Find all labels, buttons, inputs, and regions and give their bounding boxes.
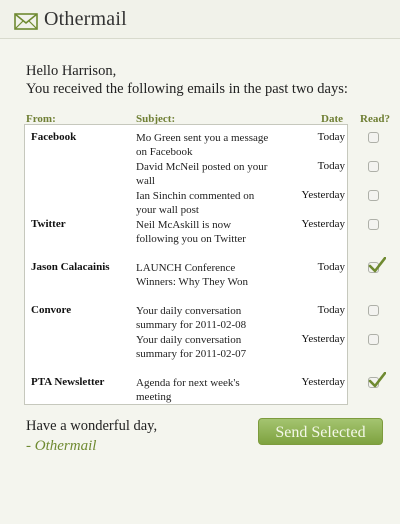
email-subject: Mo Green sent you a message on Facebook: [136, 132, 269, 158]
read-checkbox[interactable]: [368, 219, 379, 230]
read-checkbox[interactable]: [368, 161, 379, 172]
email-subject: Your daily conversation summary for 2011…: [136, 334, 247, 360]
checkmark-icon: [368, 372, 386, 388]
greeting-line-1: Hello Harrison,: [26, 63, 117, 79]
email-date: Today: [317, 304, 345, 316]
email-subject: Agenda for next week's meeting: [136, 377, 240, 403]
email-sender: PTA Newsletter: [31, 376, 105, 388]
read-checkbox[interactable]: [368, 257, 386, 273]
email-date: Yesterday: [301, 189, 346, 201]
send-selected-button[interactable]: Send Selected: [258, 418, 383, 445]
email-sender: Facebook: [31, 131, 77, 143]
email-date: Today: [317, 261, 345, 273]
envelope-icon: [14, 13, 38, 30]
email-subject: Neil McAskill is now following you on Tw…: [136, 219, 246, 245]
signoff-text: Have a wonderful day,: [26, 418, 158, 434]
email-date: Yesterday: [301, 218, 346, 230]
app-title: Othermail: [44, 8, 127, 30]
greeting-line-2: You received the following emails in the…: [26, 81, 348, 97]
email-sender: Convore: [31, 304, 72, 316]
email-subject: LAUNCH Conference Winners: Why They Won: [136, 262, 249, 288]
checkmark-icon: [368, 257, 386, 273]
top-bar: Othermail: [0, 0, 400, 39]
read-checkbox[interactable]: [368, 305, 379, 316]
read-checkbox[interactable]: [368, 190, 379, 201]
read-checkbox[interactable]: [368, 372, 386, 388]
email-date: Today: [317, 131, 345, 143]
email-sender: Jason Calacainis: [31, 261, 110, 273]
email-date: Yesterday: [301, 333, 346, 345]
email-sender: Twitter: [31, 218, 66, 230]
email-date: Yesterday: [301, 376, 346, 388]
email-subject: David McNeil posted on your wall: [136, 161, 268, 187]
signature-text: - Othermail: [26, 438, 97, 454]
email-date: Today: [317, 160, 345, 172]
read-checkbox[interactable]: [368, 132, 379, 143]
column-header-read: Read?: [360, 113, 390, 125]
greeting: Hello Harrison, You received the followi…: [26, 62, 386, 98]
email-subject: Your daily conversation summary for 2011…: [136, 305, 247, 331]
email-subject: Ian Sinchin commented on your wall post: [136, 190, 255, 216]
read-checkbox[interactable]: [368, 334, 379, 345]
